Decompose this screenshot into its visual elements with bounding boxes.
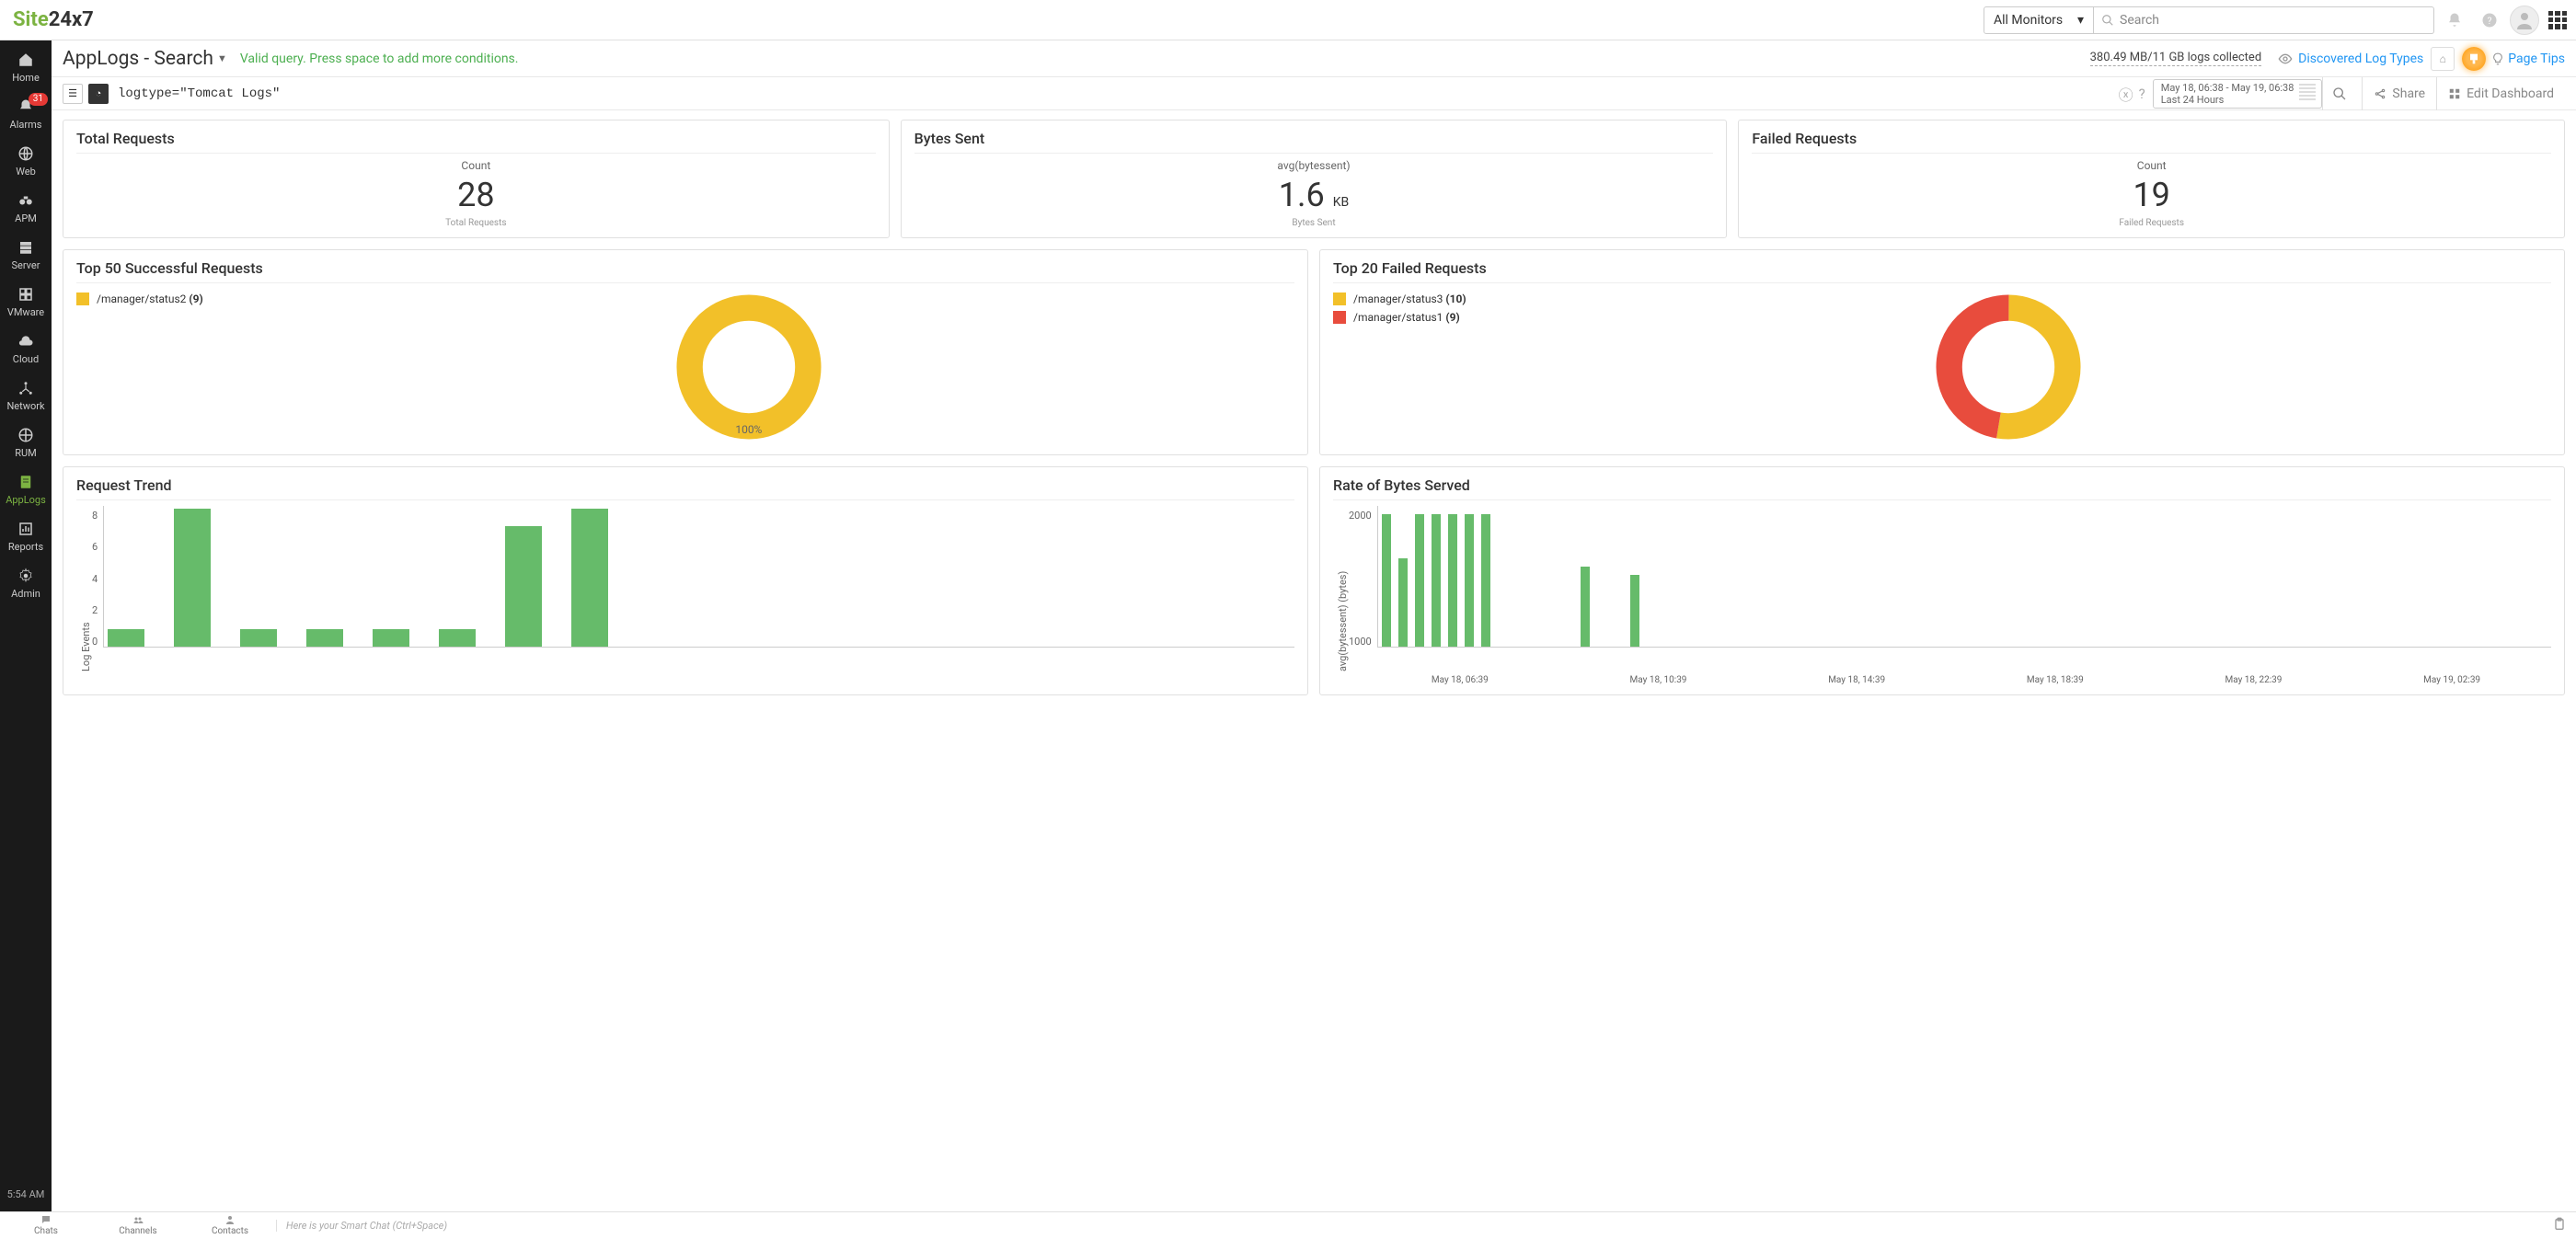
contacts-icon: [224, 1214, 236, 1225]
network-icon: [17, 380, 34, 396]
sidebar-time: 5:54 AM: [7, 1181, 45, 1211]
sidebar-item-apm[interactable]: APM: [0, 185, 52, 232]
sidebar-item-cloud[interactable]: Cloud: [0, 326, 52, 373]
card-failed-requests: Failed Requests Count 19 Failed Requests: [1738, 120, 2565, 238]
caret-down-icon: ▼: [217, 52, 227, 64]
contacts-tab[interactable]: Contacts: [184, 1214, 276, 1237]
page-header: AppLogs - Search ▼ Valid query. Press sp…: [52, 40, 2576, 77]
chats-tab[interactable]: Chats: [0, 1214, 92, 1237]
sidebar-item-applogs[interactable]: AppLogs: [0, 466, 52, 513]
home-header-icon[interactable]: ⌂: [2431, 47, 2455, 71]
sidebar-item-alarms[interactable]: 31 Alarms: [0, 91, 52, 138]
cloud-icon: [17, 333, 34, 350]
apps-grid-icon[interactable]: [2548, 11, 2567, 29]
edit-dashboard-btn[interactable]: Edit Dashboard: [2436, 77, 2565, 110]
clipboard-icon[interactable]: [2543, 1217, 2576, 1234]
sidebar: Home 31 Alarms Web APM Server VMware: [0, 40, 52, 1211]
query-input[interactable]: logtype="Tomcat Logs": [114, 85, 2119, 103]
rum-icon: [17, 427, 34, 443]
request-trend-chart: [103, 506, 1294, 648]
dashboard: Total Requests Count 28 Total Requests B…: [52, 110, 2576, 1211]
smart-chat-input[interactable]: Here is your Smart Chat (Ctrl+Space): [276, 1220, 2543, 1232]
gear-icon: [17, 568, 34, 584]
logs-collected: 380.49 MB/11 GB logs collected: [2090, 51, 2262, 66]
query-help-btn[interactable]: ?: [2139, 86, 2145, 102]
logo: Site24x7: [13, 8, 94, 31]
sidebar-item-admin[interactable]: Admin: [0, 560, 52, 607]
clear-query-btn[interactable]: ⓧ: [2119, 83, 2133, 105]
sidebar-item-network[interactable]: Network: [0, 373, 52, 419]
bottombar: Chats Channels Contacts Here is your Sma…: [0, 1211, 2576, 1239]
svg-text:?: ?: [2488, 14, 2492, 26]
page-tips-link[interactable]: Page Tips: [2491, 52, 2565, 66]
sidebar-item-home[interactable]: Home: [0, 44, 52, 91]
binoculars-icon: [17, 192, 34, 209]
page-title[interactable]: AppLogs - Search ▼: [63, 48, 227, 70]
monitor-select[interactable]: All Monitors ▾: [1984, 6, 2094, 34]
query-bar: ☰ ◔ logtype="Tomcat Logs" ⓧ ? May 18, 06…: [52, 77, 2576, 110]
bell-icon[interactable]: [2440, 6, 2469, 35]
list-view-btn[interactable]: ☰: [63, 84, 83, 104]
search-btn[interactable]: [2322, 77, 2362, 110]
pie-view-btn[interactable]: ◔: [88, 84, 109, 104]
card-request-trend: Request Trend Log Events 86420: [63, 466, 1308, 695]
help-icon[interactable]: ?: [2475, 6, 2504, 35]
date-range-picker[interactable]: May 18, 06:38 - May 19, 06:38 Last 24 Ho…: [2153, 79, 2323, 109]
card-top-success: Top 50 Successful Requests /manager/stat…: [63, 249, 1308, 455]
logs-icon: [17, 474, 34, 490]
grid-icon: [2448, 87, 2461, 100]
eye-icon: [2278, 52, 2293, 66]
sidebar-item-web[interactable]: Web: [0, 138, 52, 185]
sidebar-item-rum[interactable]: RUM: [0, 419, 52, 466]
discovered-log-types-link[interactable]: Discovered Log Types: [2278, 52, 2423, 66]
donut-failed-chart: [1930, 289, 2087, 445]
search-icon: [2332, 86, 2347, 101]
card-bytes-rate: Rate of Bytes Served avg(bytessent) (byt…: [1319, 466, 2565, 695]
share-icon: [2374, 87, 2386, 100]
sidebar-item-vmware[interactable]: VMware: [0, 279, 52, 326]
sidebar-item-reports[interactable]: Reports: [0, 513, 52, 560]
bytes-rate-chart: [1377, 506, 2551, 648]
card-total-requests: Total Requests Count 28 Total Requests: [63, 120, 890, 238]
sidebar-item-server[interactable]: Server: [0, 232, 52, 279]
channels-tab[interactable]: Channels: [92, 1214, 184, 1237]
donut-success-chart: [671, 289, 827, 445]
share-btn[interactable]: Share: [2362, 77, 2436, 110]
valid-query-hint: Valid query. Press space to add more con…: [240, 52, 519, 66]
search-icon: [2101, 14, 2114, 27]
globe-icon: [17, 145, 34, 162]
reports-icon: [17, 521, 34, 537]
avatar[interactable]: [2510, 6, 2539, 35]
topbar: Site24x7 All Monitors ▾ Search ?: [0, 0, 2576, 40]
card-bytes-sent: Bytes Sent avg(bytessent) 1.6 KB Bytes S…: [901, 120, 1728, 238]
channels-icon: [132, 1214, 144, 1225]
home-icon: [17, 52, 34, 68]
chat-icon: [40, 1214, 52, 1225]
card-top-failed: Top 20 Failed Requests /manager/status3 …: [1319, 249, 2565, 455]
main-content: AppLogs - Search ▼ Valid query. Press sp…: [52, 40, 2576, 1211]
alarm-badge: 31: [29, 93, 48, 106]
legend-failed: /manager/status3 (10) /manager/status1 (…: [1333, 289, 1466, 329]
bulb-icon: [2491, 52, 2504, 65]
vmware-icon: [17, 286, 34, 303]
server-icon: [17, 239, 34, 256]
search-input[interactable]: Search: [2094, 6, 2434, 34]
chevron-down-icon: ▾: [2077, 13, 2084, 28]
highlight-icon[interactable]: [2462, 47, 2486, 71]
legend-success: /manager/status2 (9): [76, 289, 203, 311]
